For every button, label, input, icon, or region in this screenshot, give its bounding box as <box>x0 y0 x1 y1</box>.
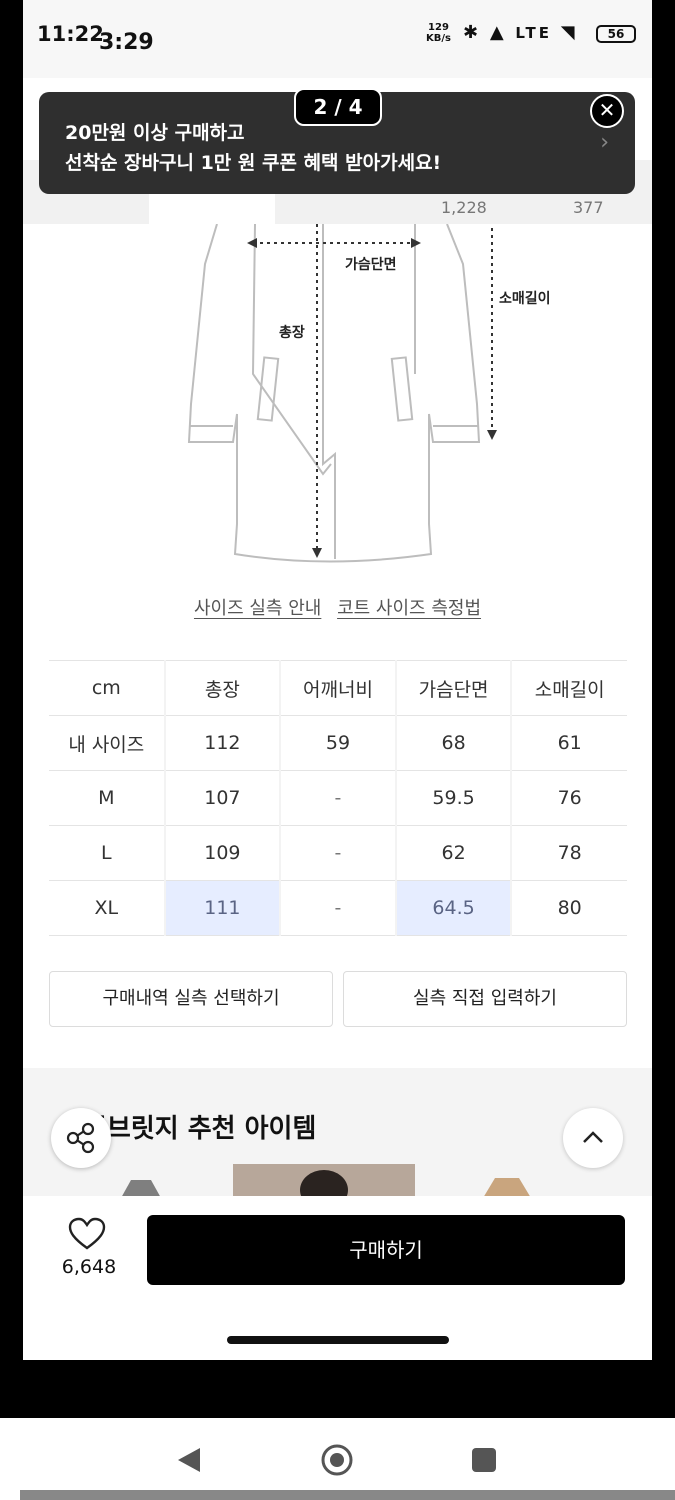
recommend-section: 폴브릿지 추천 아이템 <box>23 1068 652 1210</box>
back-icon <box>178 1448 200 1472</box>
table-header-row: cm 총장 어깨너비 가슴단면 소매길이 <box>49 660 627 716</box>
size-guide-links: 사이즈 실측 안내 코트 사이즈 측정법 <box>23 594 652 620</box>
size-diagram: 가슴단면 소매길이 총장 <box>23 223 652 564</box>
app-screen: 11:22 3:29 129 KB/s ✱ ▲ LTE ◥ 56 1,228 3… <box>23 0 652 1360</box>
coat-thumbnail-image <box>483 1178 531 1198</box>
table-cell: 112 <box>163 715 281 771</box>
status-time: 11:22 <box>37 22 104 46</box>
chevron-up-icon <box>583 1131 603 1143</box>
close-toast-button[interactable]: ✕ <box>590 94 624 128</box>
direct-input-button[interactable]: 실측 직접 입력하기 <box>343 971 627 1027</box>
system-nav-bar <box>0 1418 675 1500</box>
table-cell: 59 <box>279 715 396 771</box>
network-speed: 129 KB/s <box>426 22 451 44</box>
table-cell: 107 <box>163 770 281 826</box>
table-cell: 59.5 <box>394 770 512 826</box>
table-header-cell: 총장 <box>163 660 281 716</box>
table-header-cell: 어깨너비 <box>279 660 396 716</box>
table-cell-size: M <box>49 770 165 826</box>
tab-review-count[interactable]: 1,228 <box>441 198 487 217</box>
bluetooth-icon: ✱ <box>463 22 482 43</box>
network-type: LTE <box>515 24 552 42</box>
sleeve-label: 소매길이 <box>499 291 551 307</box>
table-cell-highlighted: 64.5 <box>394 880 512 936</box>
tab-qna-count[interactable]: 377 <box>573 198 604 217</box>
table-cell-highlighted: 111 <box>163 880 281 936</box>
wifi-icon: ▲ <box>489 22 507 43</box>
coat-thumbnail-image <box>121 1180 161 1198</box>
table-cell: - <box>279 880 396 936</box>
table-cell: 78 <box>510 825 627 881</box>
table-row: L 109 - 62 78 <box>49 825 627 881</box>
toast-line-2: 선착순 장바구니 1만 원 쿠폰 혜택 받아가세요! <box>65 152 442 174</box>
table-cell: 80 <box>510 880 627 936</box>
status-icons: ✱ ▲ LTE ◥ <box>463 22 578 43</box>
scroll-top-button[interactable] <box>563 1108 623 1168</box>
table-row: M 107 - 59.5 76 <box>49 770 627 826</box>
model-thumbnail-image <box>300 1170 348 1210</box>
network-speed-value: 129 <box>428 22 449 33</box>
table-cell: - <box>279 825 396 881</box>
product-thumbnail[interactable] <box>473 1164 543 1198</box>
battery-indicator: 56 <box>596 25 636 43</box>
home-indicator <box>227 1336 449 1344</box>
like-button[interactable] <box>67 1216 107 1256</box>
bottom-bar: 6,648 구매하기 <box>23 1196 652 1360</box>
table-cell: 62 <box>394 825 512 881</box>
purchase-history-button[interactable]: 구매내역 실측 선택하기 <box>49 971 333 1027</box>
table-cell-size: 내 사이즈 <box>49 715 165 771</box>
system-strip <box>20 1490 675 1500</box>
buy-button[interactable]: 구매하기 <box>147 1215 625 1285</box>
table-cell: 76 <box>510 770 627 826</box>
table-header-cell: 가슴단면 <box>394 660 512 716</box>
recents-icon <box>472 1448 496 1472</box>
chevron-right-icon: › <box>600 130 609 155</box>
coat-outline <box>187 223 497 563</box>
table-row: XL 111 - 64.5 80 <box>49 880 627 936</box>
chest-label: 가슴단면 <box>345 257 397 273</box>
table-row: 내 사이즈 112 59 68 61 <box>49 715 627 771</box>
status-time-overlay: 3:29 <box>99 30 154 55</box>
like-count: 6,648 <box>61 1256 117 1278</box>
share-icon <box>66 1122 95 1154</box>
table-cell: 61 <box>510 715 627 771</box>
table-cell: - <box>279 770 396 826</box>
system-nav-icons <box>178 1444 496 1476</box>
network-speed-unit: KB/s <box>426 33 451 44</box>
table-cell-size: L <box>49 825 165 881</box>
recommend-title: 폴브릿지 추천 아이템 <box>83 1114 317 1144</box>
share-button[interactable] <box>51 1108 111 1168</box>
toast-pager: 2 / 4 <box>294 88 382 126</box>
table-cell: 68 <box>394 715 512 771</box>
table-cell-size: XL <box>49 880 165 936</box>
table-cell: 109 <box>163 825 281 881</box>
table-header-cell: 소매길이 <box>510 660 627 716</box>
size-table: cm 총장 어깨너비 가슴단면 소매길이 내 사이즈 112 59 68 61 … <box>49 660 627 936</box>
size-guide-link[interactable]: 사이즈 실측 안내 <box>194 598 321 619</box>
heart-icon <box>68 1217 106 1250</box>
product-thumbnail[interactable] <box>233 1164 415 1210</box>
signal-icon: ◥ <box>560 22 578 43</box>
length-label: 총장 <box>279 325 305 341</box>
status-bar: 11:22 3:29 129 KB/s ✱ ▲ LTE ◥ 56 <box>23 0 652 78</box>
table-header-cell: cm <box>49 660 165 716</box>
product-thumbnail[interactable] <box>113 1164 169 1198</box>
toast-line-1: 20만원 이상 구매하고 <box>65 122 245 144</box>
coat-measure-link[interactable]: 코트 사이즈 측정법 <box>337 598 481 619</box>
